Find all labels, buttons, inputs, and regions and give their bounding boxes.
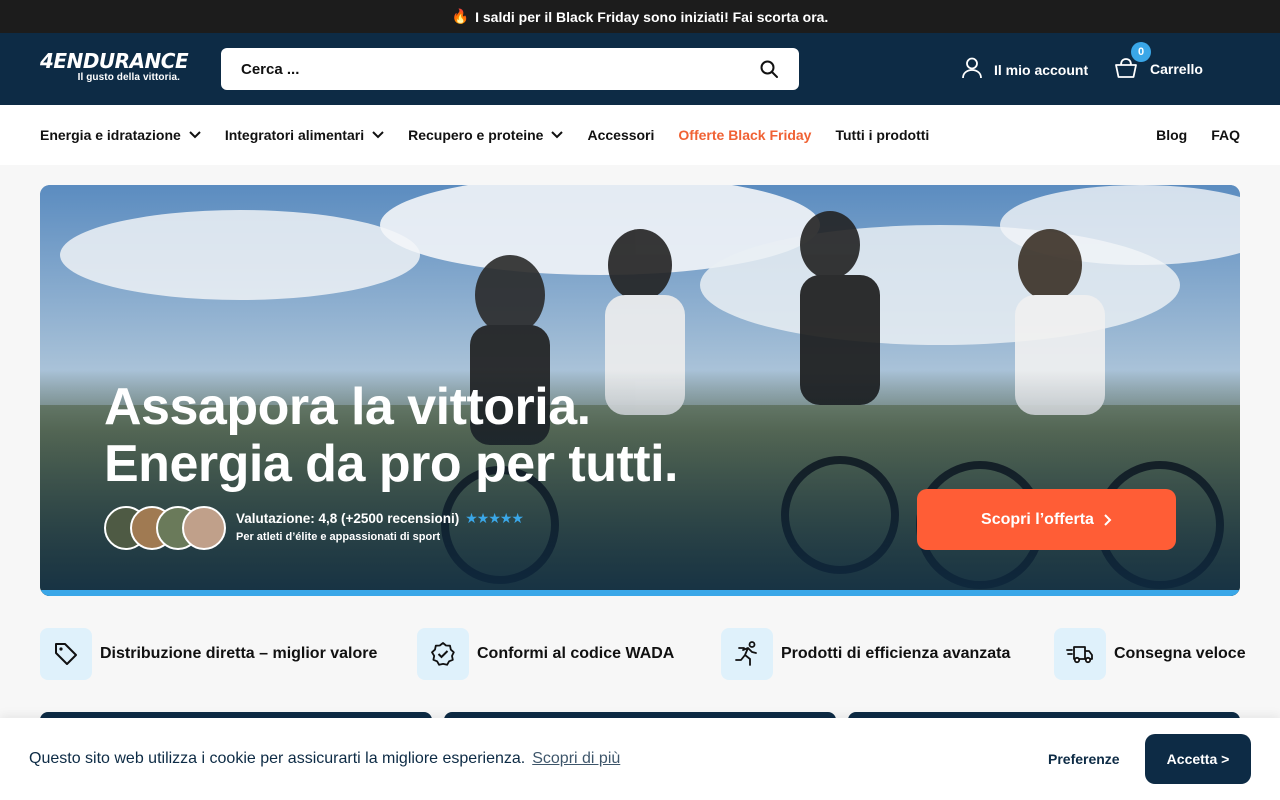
chevron-down-icon	[189, 131, 201, 139]
cookie-banner: Questo sito web utilizza i cookie per as…	[0, 718, 1280, 800]
site-logo[interactable]: 4ENDURANCE Il gusto della vittoria.	[40, 49, 189, 87]
feature-item: Prodotti di efficienza avanzata	[721, 628, 1010, 680]
feature-label: Consegna veloce	[1114, 645, 1246, 662]
search-input[interactable]	[241, 60, 759, 78]
feature-item: Consegna veloce	[1054, 628, 1246, 680]
chevron-down-icon	[372, 131, 384, 139]
nav-label: Energia e idratazione	[40, 127, 181, 143]
feature-item: Conformi al codice WADA	[417, 628, 674, 680]
feature-label: Distribuzione diretta – miglior valore	[100, 645, 378, 662]
main-nav: Energia e idratazione Integratori alimen…	[0, 105, 1280, 165]
nav-label: Tutti i prodotti	[835, 127, 930, 143]
nav-right: Blog FAQ	[1156, 105, 1240, 165]
discover-offer-button[interactable]: Scopri l’offerta	[917, 489, 1176, 550]
feature-strip: Distribuzione diretta – miglior valore C…	[40, 628, 1246, 680]
hero-banner: Assapora la vittoria. Energia da pro per…	[40, 185, 1240, 596]
nav-label: Accessori	[587, 127, 655, 143]
rating-subtitle: Per atleti d’élite e appassionati di spo…	[236, 531, 441, 543]
hero-headline-line2: Energia da pro per tutti.	[104, 435, 679, 493]
cookie-preferences-button[interactable]: Preferenze	[1048, 751, 1120, 767]
cookie-message: Questo sito web utilizza i cookie per as…	[29, 750, 526, 767]
hero-headline: Assapora la vittoria. Energia da pro per…	[104, 378, 679, 493]
account-link[interactable]: Il mio account	[962, 57, 1088, 82]
nav-item-accessori[interactable]: Accessori	[587, 127, 654, 143]
nav-item-blog[interactable]: Blog	[1156, 127, 1187, 143]
nav-label: Offerte Black Friday	[678, 127, 812, 143]
announcement-text: I saldi per il Black Friday sono iniziat…	[475, 8, 829, 25]
cookie-learn-more-link[interactable]: Scopri di più	[532, 750, 620, 768]
cart-icon: 0	[1114, 42, 1151, 81]
site-header: 4ENDURANCE Il gusto della vittoria. Il m…	[0, 33, 1280, 105]
star-rating-icon: ★★★★★	[465, 510, 524, 526]
feature-label: Conformi al codice WADA	[477, 645, 675, 662]
feature-item: Distribuzione diretta – miglior valore	[40, 628, 377, 680]
fire-icon: 🔥	[451, 8, 470, 24]
hero-accent-bar	[40, 590, 1240, 596]
rating-summary: Valutazione: 4,8 (+2500 recensioni) ★★★★…	[236, 510, 524, 543]
rating-text: Valutazione: 4,8 (+2500 recensioni)	[236, 511, 460, 526]
nav-label: Recupero e proteine	[408, 127, 544, 143]
nav-item-black-friday[interactable]: Offerte Black Friday	[678, 127, 811, 143]
logo-brand: 4ENDURANCE	[40, 49, 189, 73]
nav-item-recupero[interactable]: Recupero e proteine	[408, 127, 564, 143]
logo-tagline: Il gusto della vittoria.	[77, 72, 180, 83]
nav-item-energia[interactable]: Energia e idratazione	[40, 127, 201, 143]
cart-label: Carrello	[1150, 61, 1203, 77]
announcement-bar: 🔥 I saldi per il Black Friday sono inizi…	[0, 0, 1280, 33]
feature-label: Prodotti di efficienza avanzata	[781, 645, 1011, 662]
tag-icon	[40, 628, 92, 680]
chevron-right-icon	[1104, 513, 1112, 526]
cart-link[interactable]: 0 Carrello	[1114, 42, 1203, 81]
runner-icon	[721, 628, 773, 680]
avatar	[182, 506, 226, 550]
nav-label: Integratori alimentari	[224, 127, 365, 143]
cookie-accept-button[interactable]: Accetta >	[1145, 734, 1251, 784]
nav-item-tutti-prodotti[interactable]: Tutti i prodotti	[835, 127, 929, 143]
user-icon	[962, 57, 982, 82]
chevron-down-icon	[551, 131, 564, 139]
nav-item-faq[interactable]: FAQ	[1211, 127, 1240, 143]
nav-item-integratori[interactable]: Integratori alimentari	[225, 127, 384, 143]
search-icon[interactable]	[759, 59, 779, 79]
cta-label: Scopri l’offerta	[981, 510, 1094, 528]
account-label: Il mio account	[994, 61, 1089, 78]
search-box	[221, 48, 799, 90]
hero-headline-line1: Assapora la vittoria.	[104, 378, 591, 436]
customer-avatars	[104, 506, 226, 550]
badge-check-icon	[417, 628, 469, 680]
delivery-truck-icon	[1054, 628, 1106, 680]
cart-count-badge: 0	[1131, 42, 1151, 62]
